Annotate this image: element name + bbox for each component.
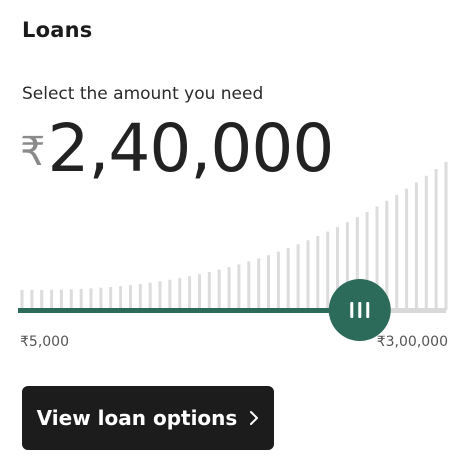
- distribution-bar: [40, 289, 44, 310]
- distribution-bar: [227, 267, 231, 310]
- distribution-bar: [326, 231, 330, 310]
- distribution-bar: [444, 162, 448, 310]
- chevron-right-icon: [249, 410, 259, 426]
- distribution-bar: [99, 287, 103, 310]
- view-loan-options-button[interactable]: View loan options: [22, 386, 274, 450]
- distribution-bar: [434, 169, 438, 310]
- range-max-label: ₹3,00,000: [376, 334, 448, 350]
- page-title: Loans: [22, 18, 93, 42]
- distribution-bar: [30, 290, 34, 310]
- distribution-bar: [424, 175, 428, 310]
- distribution-bar: [148, 282, 152, 310]
- distribution-bar: [89, 288, 93, 310]
- distribution-bar: [405, 188, 409, 310]
- range-min-label: ₹5,000: [20, 334, 69, 350]
- distribution-bar: [168, 279, 172, 310]
- distribution-bar: [79, 288, 83, 310]
- distribution-bar: [69, 289, 73, 310]
- distribution-bar: [276, 251, 280, 310]
- distribution-bar: [257, 258, 261, 310]
- amount-prompt: Select the amount you need: [22, 84, 264, 104]
- grip-lines-icon: [350, 302, 370, 318]
- distribution-bar: [267, 255, 270, 310]
- distribution-bar: [50, 289, 54, 310]
- distribution-bar: [129, 285, 132, 310]
- distribution-bar: [109, 287, 113, 310]
- distribution-bar: [20, 290, 24, 310]
- amount-slider[interactable]: [0, 150, 462, 350]
- distribution-bar: [207, 272, 211, 310]
- cta-label: View loan options: [36, 406, 238, 430]
- distribution-bar: [247, 261, 251, 310]
- distribution-bar: [138, 284, 142, 310]
- distribution-bar: [237, 264, 241, 310]
- distribution-bar: [306, 240, 310, 310]
- distribution-bar: [286, 248, 290, 310]
- distribution-bar: [316, 236, 320, 310]
- distribution-bar: [217, 269, 221, 310]
- distribution-bar: [178, 278, 182, 310]
- distribution-bar: [198, 274, 201, 310]
- distribution-bar: [59, 289, 63, 310]
- amount-slider-graphic[interactable]: [0, 150, 462, 350]
- distribution-bar: [158, 281, 162, 310]
- slider-handle[interactable]: [328, 279, 391, 341]
- distribution-bar: [414, 182, 418, 310]
- distribution-bar: [119, 286, 123, 310]
- distribution-bar: [296, 244, 300, 310]
- distribution-bar: [395, 194, 399, 310]
- slider-track-filled[interactable]: [18, 308, 360, 313]
- distribution-bar: [188, 276, 192, 310]
